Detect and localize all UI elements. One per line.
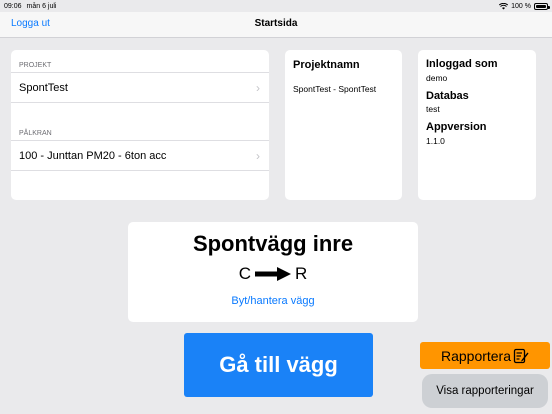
goto-wall-label: Gå till vägg: [219, 352, 338, 377]
page-title: Startsida: [254, 18, 298, 29]
status-right: 100 %: [499, 2, 550, 10]
report-button[interactable]: Rapportera: [420, 342, 550, 369]
rig-section-header: PÅLKRAN: [19, 130, 52, 137]
rig-row[interactable]: 100 - Junttan PM20 - 6ton acc ›: [11, 140, 269, 171]
current-wall-card: Spontvägg inre C R Byt/hantera vägg: [128, 222, 418, 322]
rig-value: 100 - Junttan PM20 - 6ton acc: [19, 149, 167, 162]
change-wall-link[interactable]: Byt/hantera vägg: [128, 295, 418, 307]
wall-direction: C R: [128, 264, 418, 284]
logged-in-title: Inloggad som: [426, 58, 498, 70]
project-name-card: Projektnamn SpontTest - SpontTest: [285, 50, 402, 200]
app-version-value: 1.1.0: [426, 136, 445, 146]
battery-percent: 100 %: [511, 2, 531, 10]
arrow-right-icon: [255, 267, 291, 281]
chevron-right-icon: ›: [256, 80, 260, 95]
project-name-title: Projektnamn: [293, 59, 360, 71]
chevron-right-icon: ›: [256, 148, 260, 163]
status-time: 09:06: [4, 2, 22, 10]
project-value: SpontTest: [19, 81, 68, 94]
database-title: Databas: [426, 90, 469, 102]
show-reports-label: Visa rapporteringar: [436, 385, 534, 397]
show-reports-button[interactable]: Visa rapporteringar: [422, 374, 548, 408]
battery-icon: [534, 2, 550, 10]
report-label: Rapportera: [440, 347, 512, 364]
wall-to: R: [295, 264, 308, 283]
logged-in-value: demo: [426, 73, 448, 83]
project-selection-card: PROJEKT SpontTest › PÅLKRAN 100 - Juntta…: [11, 50, 269, 200]
project-row[interactable]: SpontTest ›: [11, 72, 269, 103]
wall-from: C: [238, 264, 251, 283]
edit-note-icon: [513, 348, 529, 363]
status-date: mån 6 juli: [26, 2, 57, 10]
project-section-header: PROJEKT: [19, 62, 52, 69]
wall-title: Spontvägg inre: [192, 231, 354, 256]
project-name-value: SpontTest - SpontTest: [293, 84, 377, 94]
app-version-title: Appversion: [426, 121, 487, 133]
status-bar: 09:06 mån 6 juli 100 %: [0, 0, 552, 12]
database-value: test: [426, 104, 440, 114]
session-info-card: Inloggad som demo Databas test Appversio…: [418, 50, 536, 200]
goto-wall-button[interactable]: Gå till vägg: [184, 333, 373, 397]
navigation-bar: Logga ut Startsida: [0, 12, 552, 38]
wifi-icon: [499, 2, 509, 9]
status-left: 09:06 mån 6 juli: [4, 3, 57, 10]
